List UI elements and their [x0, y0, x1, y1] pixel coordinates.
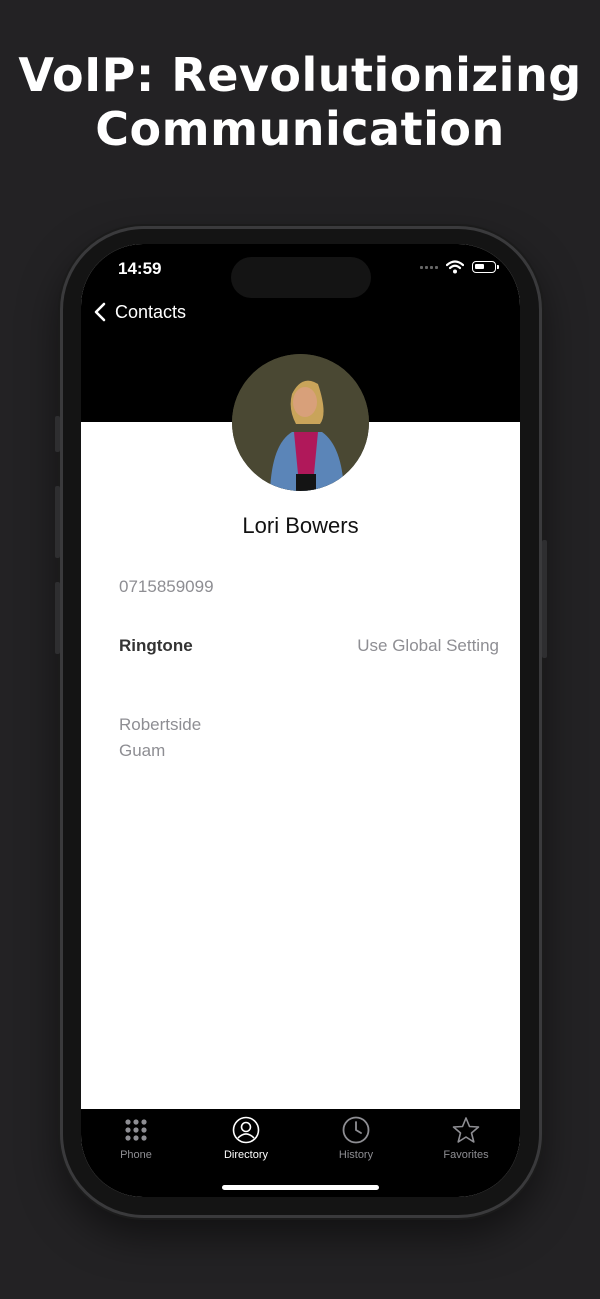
phone-screen: 14:59 Contacts Lori Bowers 0715859099 Ri… — [81, 244, 520, 1197]
tab-directory[interactable]: Directory — [191, 1115, 301, 1161]
status-icons — [420, 260, 499, 274]
tab-favorites-label: Favorites — [443, 1149, 489, 1161]
clock-icon — [342, 1116, 370, 1144]
contact-photo — [232, 354, 369, 491]
ringtone-label: Ringtone — [119, 636, 193, 655]
keypad-icon — [125, 1119, 147, 1141]
tab-bar: Phone Directory History Favorites — [81, 1109, 520, 1197]
promo-headline: VoIP: Revolutionizing Communication — [0, 48, 600, 156]
contact-avatar — [232, 354, 369, 491]
side-button-power — [542, 540, 547, 658]
tab-phone-label: Phone — [120, 1149, 152, 1161]
address-line2: Guam — [119, 741, 166, 760]
tab-history[interactable]: History — [301, 1115, 411, 1161]
side-button-silent — [55, 416, 60, 452]
contact-address: Robertside Guam — [119, 712, 201, 764]
back-button[interactable]: Contacts — [93, 301, 186, 323]
ringtone-value[interactable]: Use Global Setting — [357, 636, 499, 656]
status-time: 14:59 — [118, 259, 162, 278]
promo-headline-line1: VoIP: Revolutionizing — [18, 48, 582, 102]
contact-name: Lori Bowers — [242, 513, 359, 538]
signal-icon — [420, 265, 438, 269]
tab-phone[interactable]: Phone — [81, 1115, 191, 1161]
side-button-volume-down — [55, 582, 60, 654]
home-indicator[interactable] — [222, 1185, 379, 1190]
star-icon — [452, 1117, 480, 1143]
tab-history-label: History — [338, 1149, 374, 1161]
contact-phone-number[interactable]: 0715859099 — [119, 577, 214, 597]
address-line1: Robertside — [119, 715, 202, 734]
back-button-label: Contacts — [115, 301, 187, 322]
person-circle-icon — [232, 1116, 260, 1144]
wifi-icon — [446, 260, 464, 274]
chevron-left-icon — [94, 302, 106, 322]
tab-favorites[interactable]: Favorites — [411, 1115, 520, 1161]
battery-icon — [472, 261, 499, 273]
dynamic-island — [231, 257, 371, 298]
side-button-volume-up — [55, 486, 60, 558]
promo-headline-line2: Communication — [95, 102, 505, 156]
tab-directory-label: Directory — [223, 1149, 268, 1161]
